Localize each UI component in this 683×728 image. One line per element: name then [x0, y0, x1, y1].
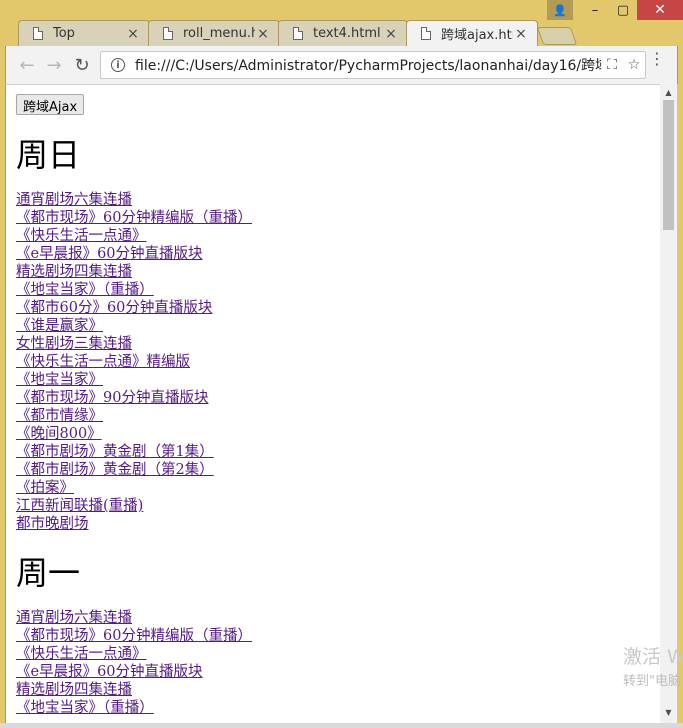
program-link[interactable]: 《都市现场》60分钟精编版（重播） — [16, 627, 660, 645]
program-link[interactable]: 《地宝当家》（重播） — [16, 699, 660, 717]
vertical-scrollbar[interactable]: ▲ ▼ — [660, 84, 677, 723]
program-link[interactable]: 《拍案》 — [16, 479, 660, 497]
activation-watermark-hint: 转到"电脑 — [623, 674, 681, 689]
back-arrow-icon[interactable]: ← — [16, 54, 38, 76]
tab-label: text4.html — [313, 26, 381, 41]
window-controls: 👤 – ▢ ✕ — [547, 0, 683, 22]
close-window-button[interactable]: ✕ — [637, 0, 683, 20]
minimize-button[interactable]: – — [581, 0, 609, 20]
program-link[interactable]: 《都市60分》60分钟直播版块 — [16, 299, 660, 317]
tab-label: Top — [53, 26, 75, 41]
page-viewport: 跨域Ajax 周日 通宵剧场六集连播 《都市现场》60分钟精编版（重播） 《快乐生活一… — [5, 84, 660, 723]
browser-toolbar: ← → ↻ i file:///C:/Users/Administrator/P… — [5, 46, 678, 84]
address-bar[interactable]: i file:///C:/Users/Administrator/Pycharm… — [100, 51, 646, 79]
document-icon — [33, 27, 43, 40]
tab-close-icon[interactable]: × — [513, 26, 529, 42]
program-link[interactable]: 精选剧场四集连播 — [16, 263, 660, 281]
tab-close-icon[interactable]: × — [383, 26, 399, 42]
page-content: 跨域Ajax 周日 通宵剧场六集连播 《都市现场》60分钟精编版（重播） 《快乐生活一… — [16, 94, 660, 717]
document-icon — [421, 27, 431, 40]
tab-roll-menu[interactable]: roll_menu.h × — [148, 20, 280, 46]
translate-icon[interactable]: ⛶ — [601, 57, 623, 73]
new-tab-button[interactable] — [536, 27, 578, 45]
program-link[interactable]: 通宵剧场六集连播 — [16, 609, 660, 627]
tab-top[interactable]: Top × — [18, 20, 150, 46]
activation-watermark: 激活 W — [623, 646, 683, 668]
scroll-down-arrow-icon[interactable]: ▼ — [660, 706, 677, 720]
program-link[interactable]: 都市晚剧场 — [16, 515, 660, 533]
program-link[interactable]: 精选剧场四集连播 — [16, 681, 660, 699]
day-heading: 周日 — [16, 136, 81, 174]
tab-label: 跨域ajax.htm — [441, 28, 513, 43]
program-link[interactable]: 《谁是赢家》 — [16, 317, 660, 335]
program-link[interactable]: 《都市现场》90分钟直播版块 — [16, 389, 660, 407]
program-link[interactable]: 《快乐生活一点通》 — [16, 227, 660, 245]
scroll-up-arrow-icon[interactable]: ▲ — [660, 86, 677, 100]
program-link[interactable]: 《晚间800》 — [16, 425, 660, 443]
url-text[interactable]: file:///C:/Users/Administrator/PycharmPr… — [135, 55, 601, 75]
cross-domain-ajax-button[interactable]: 跨域Ajax — [16, 94, 85, 115]
forward-arrow-icon[interactable]: → — [43, 54, 65, 76]
tab-label: roll_menu.h — [183, 26, 255, 41]
program-link[interactable]: 《地宝当家》（重播） — [16, 281, 660, 299]
taskbar-strip — [0, 723, 683, 728]
program-link[interactable]: 《都市剧场》黄金剧（第2集） — [16, 461, 660, 479]
tab-close-icon[interactable]: × — [125, 26, 141, 42]
program-link[interactable]: 《e早晨报》60分钟直播版块 — [16, 245, 660, 263]
document-icon — [293, 27, 303, 40]
program-link[interactable]: 通宵剧场六集连播 — [16, 191, 660, 209]
program-link[interactable]: 女性剧场三集连播 — [16, 335, 660, 353]
schedule-days: 周日 通宵剧场六集连播 《都市现场》60分钟精编版（重播） 《快乐生活一点通》 《e早晨… — [16, 135, 660, 717]
program-link[interactable]: 《都市剧场》黄金剧（第1集） — [16, 443, 660, 461]
user-profile-icon[interactable]: 👤 — [547, 0, 573, 20]
program-link[interactable]: 《都市情缘》 — [16, 407, 660, 425]
day-heading: 周一 — [16, 554, 81, 592]
tab-text4[interactable]: text4.html × — [278, 20, 408, 46]
program-list: 通宵剧场六集连播 《都市现场》60分钟精编版（重播） 《快乐生活一点通》 《e早晨报》… — [16, 191, 660, 533]
program-link[interactable]: 《快乐生活一点通》 — [16, 645, 660, 663]
scroll-thumb[interactable] — [663, 100, 674, 230]
program-link[interactable]: 《e早晨报》60分钟直播版块 — [16, 663, 660, 681]
star-bookmark-icon[interactable]: ☆ — [623, 57, 645, 73]
program-link[interactable]: 《都市现场》60分钟精编版（重播） — [16, 209, 660, 227]
reload-icon[interactable]: ↻ — [71, 54, 93, 76]
maximize-button[interactable]: ▢ — [609, 0, 637, 20]
info-icon[interactable]: i — [111, 58, 125, 72]
document-icon — [163, 27, 173, 40]
tab-cross-domain-ajax[interactable]: 跨域ajax.htm × — [406, 20, 538, 46]
tab-strip: Top × roll_menu.h × text4.html × 跨域ajax.… — [0, 0, 683, 46]
tab-close-icon[interactable]: × — [255, 26, 271, 42]
menu-dots-icon[interactable]: ⋮ — [649, 51, 665, 67]
program-link[interactable]: 《快乐生活一点通》精编版 — [16, 353, 660, 371]
program-list: 通宵剧场六集连播 《都市现场》60分钟精编版（重播） 《快乐生活一点通》 《e早晨报》… — [16, 609, 660, 717]
program-link[interactable]: 江西新闻联播(重播) — [16, 497, 660, 515]
browser-window: Top × roll_menu.h × text4.html × 跨域ajax.… — [0, 0, 683, 728]
program-link[interactable]: 《地宝当家》 — [16, 371, 660, 389]
